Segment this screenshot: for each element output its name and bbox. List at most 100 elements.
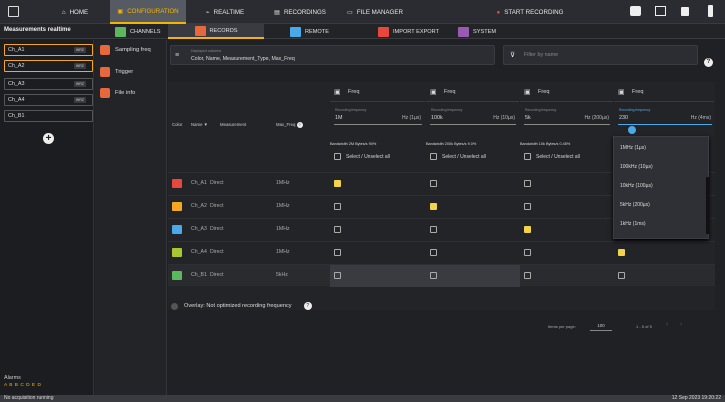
row-max-freq: 5kHz [276, 272, 288, 278]
recording-freq-input[interactable]: Recording frequency 5k Hz (200µs) [524, 108, 610, 125]
table-row[interactable]: Ch_B1 Direct 5kHz [168, 264, 715, 287]
recording-freq-input[interactable]: Recording frequency 1M Hz (1µs) [334, 108, 422, 125]
tab-remote[interactable]: REMOTE [290, 24, 329, 39]
nav-recordings[interactable]: ▤ RECORDINGS [265, 0, 335, 24]
alarm-indicators: A B B C D E D [4, 383, 42, 388]
select-all-checkbox[interactable]: Select / Unselect all [524, 153, 580, 160]
dropdown-option[interactable]: 5kHz (200µs) [620, 202, 650, 208]
freq-checkbox[interactable] [618, 272, 625, 279]
alarms-label: Alarms [4, 375, 21, 381]
filter-input[interactable]: ⊽ Filter by name [503, 45, 698, 65]
freq-checkbox[interactable] [430, 203, 437, 210]
folder-icon: ▭ [347, 8, 353, 16]
dropdown-option[interactable]: 10kHz (100µs) [620, 183, 653, 189]
freq-checkbox[interactable] [334, 226, 341, 233]
bandwidth-label: Bandwidth 2M Bytes/s 90% [330, 142, 377, 146]
nav-realtime[interactable]: ⌁ REALTIME [195, 0, 255, 24]
columns-selector[interactable]: ≡ Displayed columns Color, Name, Measure… [170, 45, 495, 65]
col-header-color[interactable]: Color [172, 122, 182, 127]
sort-arrow-icon: ▼ [203, 122, 208, 127]
layout-icon[interactable] [655, 6, 666, 16]
freq-checkbox[interactable] [334, 272, 341, 279]
col-header-name[interactable]: Name ▼ [191, 122, 208, 127]
tab-channels[interactable]: CHANNELS [115, 24, 160, 39]
file-info-icon [100, 88, 110, 98]
freq-checkbox[interactable] [524, 180, 531, 187]
sampling-icon [100, 45, 110, 55]
bandwidth-label: Bandwidth 200k Bytes/s 9.0% [426, 142, 477, 146]
add-channel-button[interactable]: + [43, 133, 54, 144]
columns-caption: Displayed columns [191, 49, 222, 53]
status-datetime: 12 Sep 2023 19:20:22 [671, 395, 721, 401]
dropdown-scrollbar[interactable] [706, 177, 709, 234]
freq-checkbox[interactable] [524, 249, 531, 256]
pager-next-icon[interactable]: › [680, 321, 682, 328]
home-icon: ⌂ [61, 8, 66, 16]
freq-checkbox[interactable] [430, 180, 437, 187]
col-header-measurement[interactable]: Measurement [220, 122, 246, 127]
slider-handle[interactable] [628, 126, 636, 134]
freq-checkbox[interactable] [524, 203, 531, 210]
bandwidth-label: Bandwidth 10k Bytes/s 0.45% [520, 142, 571, 146]
freq-checkbox[interactable] [524, 226, 531, 233]
items-per-page-select[interactable]: 100 [590, 319, 612, 331]
dropdown-option[interactable]: 1kHz (1ms) [620, 221, 646, 227]
tab-system[interactable]: SYSTEM [458, 24, 496, 39]
records-settings-nav: Sampling freq Trigger File info [95, 40, 167, 395]
freq-col-icon: ▣ [524, 89, 531, 96]
freq-checkbox[interactable] [334, 180, 341, 187]
row-name: Ch_A1 [191, 180, 207, 186]
color-swatch[interactable] [172, 225, 182, 234]
panel-title: Measurements realtime [4, 27, 71, 33]
channel-item[interactable]: Ch_A4 WRZ [4, 94, 93, 106]
recording-freq-input[interactable]: Recording frequency 100k Hz (10µs) [430, 108, 516, 125]
nav-file-manager[interactable]: ▭ FILE MANAGER [340, 0, 410, 24]
tab-import-export[interactable]: IMPORT EXPORT [378, 24, 439, 39]
pager-prev-icon[interactable]: ‹ [666, 321, 668, 328]
color-swatch[interactable] [172, 179, 182, 188]
channel-item[interactable]: Ch_B1 [4, 110, 93, 122]
color-swatch[interactable] [172, 271, 182, 280]
col-header-max-freq[interactable]: Max_Freq ? [276, 122, 303, 128]
trigger-item[interactable]: Trigger [100, 67, 133, 77]
sampling-freq-item[interactable]: Sampling freq [100, 45, 151, 55]
app-menu-icon[interactable] [8, 6, 19, 17]
color-swatch[interactable] [172, 248, 182, 257]
nav-home[interactable]: ⌂ HOME [50, 0, 100, 24]
recording-freq-input-active[interactable]: Recording frequency 230 Hz (4ms) [618, 108, 712, 125]
channel-item[interactable]: Ch_A2 WRZ [4, 60, 93, 72]
freq-checkbox[interactable] [334, 249, 341, 256]
tab-records[interactable]: RECORDS [168, 24, 264, 39]
freq-checkbox[interactable] [524, 272, 531, 279]
lock-icon[interactable] [681, 7, 689, 16]
freq-checkbox[interactable] [430, 249, 437, 256]
file-info-item[interactable]: File info [100, 88, 135, 98]
select-all-checkbox[interactable]: Select / Unselect all [430, 153, 486, 160]
row-measurement: Direct [210, 249, 224, 255]
overlay-help-icon[interactable]: ? [303, 302, 312, 310]
freq-col-icon: ▣ [430, 89, 437, 96]
nav-configuration[interactable]: ▣ CONFIGURATION [110, 0, 186, 24]
camera-icon[interactable] [630, 6, 641, 16]
freq-checkbox[interactable] [334, 203, 341, 210]
row-name: Ch_A4 [191, 249, 207, 255]
dropdown-option[interactable]: 1MHz (1µs) [620, 145, 646, 151]
freq-checkbox[interactable] [618, 249, 625, 256]
help-icon[interactable]: ? [704, 58, 713, 67]
dropdown-option[interactable]: 100kHz (10µs) [620, 164, 653, 170]
channel-item[interactable]: Ch_A3 WRZ [4, 78, 93, 90]
freq-checkbox[interactable] [430, 226, 437, 233]
realtime-icon: ⌁ [205, 8, 210, 16]
channel-item[interactable]: Ch_A1 WRZ [4, 44, 93, 56]
remote-icon [290, 26, 301, 37]
status-bar: No acquisition running 12 Sep 2023 19:20… [0, 395, 725, 402]
info-icon: ? [296, 122, 303, 128]
freq-col-header: ▣ Freq [426, 82, 519, 102]
table-row[interactable]: Ch_A4 Direct 1MHz [168, 241, 715, 263]
freq-checkbox[interactable] [430, 272, 437, 279]
color-swatch[interactable] [172, 202, 182, 211]
row-max-freq: 1MHz [276, 180, 290, 186]
select-all-checkbox[interactable]: Select / Unselect all [334, 153, 390, 160]
start-recording-button[interactable]: ● START RECORDING [480, 0, 580, 24]
columns-icon: ≡ [175, 52, 180, 59]
